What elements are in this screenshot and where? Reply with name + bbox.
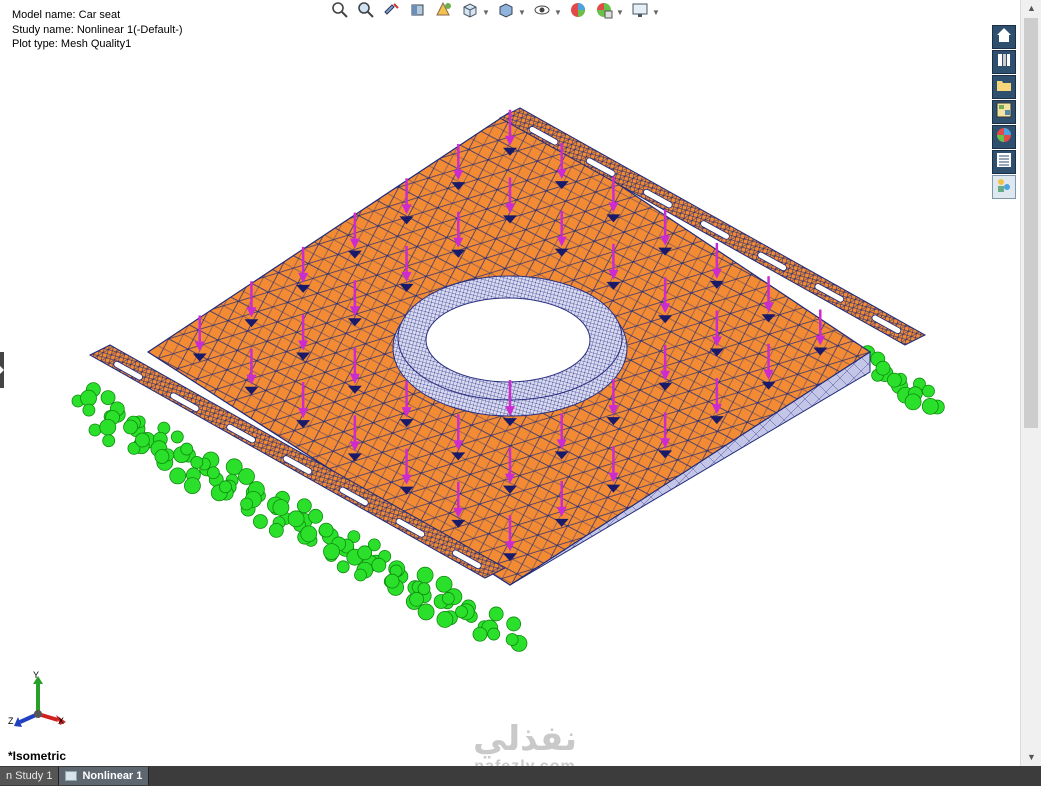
fixture-marker [88, 423, 102, 437]
triad-y-label: Y [33, 670, 40, 680]
fixture-marker [102, 434, 116, 448]
feature-tree-flyout-handle[interactable] [0, 352, 4, 388]
fixture-marker [240, 497, 254, 511]
scroll-up-arrow[interactable]: ▲ [1021, 0, 1041, 17]
fixture-marker [505, 633, 519, 646]
fixture-marker [318, 522, 334, 538]
study-tab-label: Nonlinear 1 [82, 770, 143, 782]
fixture-marker [134, 432, 150, 448]
fixture-marker [206, 466, 220, 480]
fixture-marker [308, 508, 324, 524]
study-tab[interactable]: Nonlinear 1 [59, 767, 150, 785]
scroll-thumb[interactable] [1024, 18, 1038, 428]
fixture-marker [472, 626, 488, 642]
home-icon [994, 25, 1014, 50]
watermark-arabic: نفذلي [472, 719, 578, 759]
fixture-marker [296, 498, 312, 514]
fixture-marker [272, 499, 290, 516]
scroll-down-arrow[interactable]: ▼ [1021, 749, 1041, 766]
fixture-marker [455, 605, 468, 619]
watermark-latin: nafezly.com [455, 758, 595, 766]
fixture-marker [357, 545, 373, 561]
fixture-marker [253, 514, 268, 529]
fixture-marker [184, 477, 201, 495]
study-icon [65, 771, 78, 781]
axis-triad: Y Z X [8, 670, 68, 732]
fixture-marker [190, 455, 204, 469]
forum-icon [994, 175, 1014, 200]
vertical-scrollbar[interactable]: ▲ ▼ [1020, 0, 1041, 766]
fixture-marker [180, 442, 194, 456]
fixture-marker [123, 419, 138, 435]
fixture-marker [441, 592, 455, 605]
task-pane-view-palette-tab[interactable] [992, 100, 1016, 124]
custom-properties-icon [994, 150, 1014, 175]
fixture-marker [300, 525, 318, 543]
fixture-marker [99, 418, 117, 436]
fixture-marker [384, 573, 400, 589]
fixture-marker [488, 606, 504, 622]
task-pane-design-library-tab[interactable] [992, 50, 1016, 74]
fixture-marker [886, 372, 902, 388]
fixture-marker [154, 449, 170, 464]
fixture-marker [436, 611, 454, 628]
task-pane-file-explorer-tab[interactable] [992, 75, 1016, 99]
watermark: نفذلي nafezly.com [455, 720, 595, 766]
fixture-marker [487, 627, 501, 641]
fixture-marker [922, 384, 935, 398]
fixture-marker [169, 467, 187, 485]
fixture-marker [354, 568, 367, 582]
fixture-marker [417, 603, 435, 621]
fixture-marker [416, 566, 434, 584]
view-palette-icon [994, 100, 1014, 125]
study-tab[interactable]: n Study 1 [0, 767, 60, 785]
task-pane-appearances-tab[interactable] [992, 125, 1016, 149]
ring-hole [425, 297, 591, 383]
fixture-marker [287, 510, 305, 528]
fixture-marker [409, 591, 425, 607]
fixture-marker [506, 616, 522, 632]
fixture-marker [268, 522, 284, 538]
fixture-marker [371, 557, 387, 573]
fixture-marker [170, 430, 184, 444]
task-pane-forum-tab[interactable] [992, 175, 1016, 199]
task-pane-home-tab[interactable] [992, 25, 1016, 49]
fixture-marker [323, 543, 340, 561]
design-library-icon [994, 50, 1014, 75]
fixture-marker [219, 480, 232, 494]
fixture-marker [875, 360, 891, 376]
triad-x-label: X [58, 716, 65, 726]
fixture-marker [336, 560, 350, 574]
study-tab-label: n Study 1 [6, 770, 53, 782]
view-orientation-label: *Isometric [8, 749, 67, 763]
fixture-marker [82, 403, 96, 417]
fixture-marker [238, 468, 255, 485]
fixture-marker [904, 393, 922, 411]
fixture-marker [921, 397, 939, 415]
task-pane-custom-properties-tab[interactable] [992, 150, 1016, 174]
task-pane-tabs [990, 24, 1020, 200]
triad-z-label: Z [8, 716, 14, 726]
mesh-model[interactable] [0, 0, 1020, 766]
file-explorer-icon [994, 75, 1014, 100]
study-tab-bar: n Study 1 Nonlinear 1 [0, 766, 1041, 786]
graphics-area[interactable]: Model name: Car seat Study name: Nonline… [0, 0, 1020, 766]
appearances-icon [994, 125, 1014, 150]
fixture-marker [100, 390, 116, 406]
